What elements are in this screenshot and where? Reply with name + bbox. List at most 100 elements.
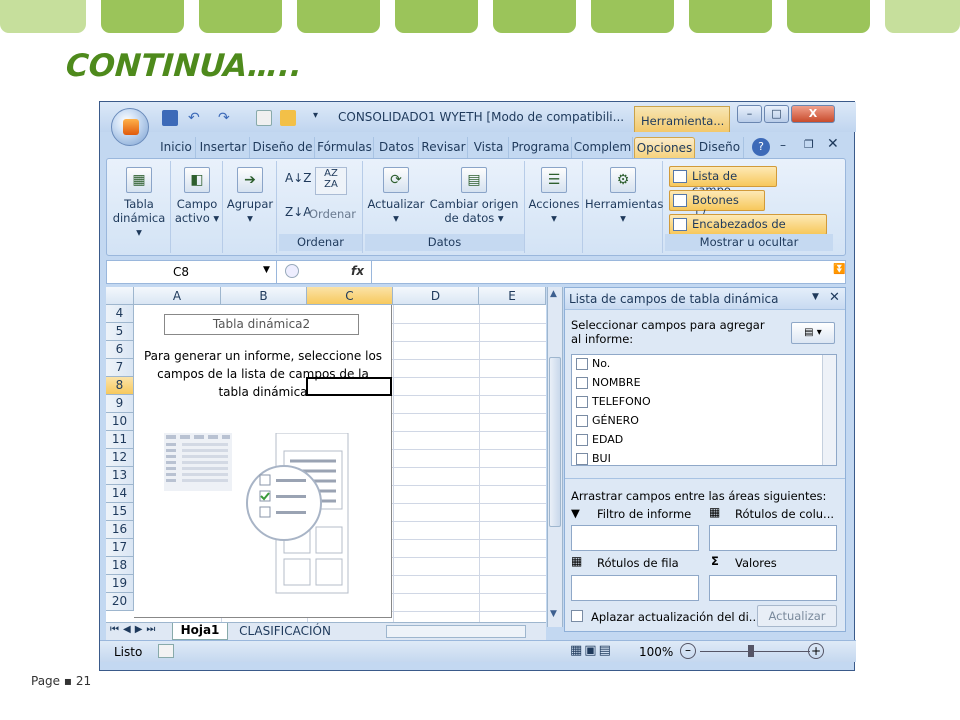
tab-complementos[interactable]: Complem <box>573 137 633 158</box>
field-item[interactable]: No. <box>576 355 610 374</box>
active-field-button[interactable]: ◧ Campo activo ▾ <box>173 167 221 225</box>
values-area[interactable] <box>709 575 837 601</box>
field-checkbox[interactable] <box>576 377 588 389</box>
row-header[interactable]: 10 <box>106 413 134 431</box>
sheet-nav-icons[interactable]: ⏮◀▶⏭ <box>110 624 159 635</box>
ribbon-restore-icon[interactable]: ❐ <box>804 138 814 151</box>
field-checkbox[interactable] <box>576 415 588 427</box>
field-list-toggle[interactable]: Lista de campo <box>669 166 777 197</box>
row-header[interactable]: 16 <box>106 521 134 539</box>
tab-diseno-pagina[interactable]: Diseño de <box>251 137 315 158</box>
customize-qat-icon[interactable]: ▾ <box>313 110 329 126</box>
field-checkbox[interactable] <box>576 396 588 408</box>
field-item[interactable]: TELEFONO <box>576 393 651 412</box>
insert-function-icon[interactable]: fx <box>351 264 364 278</box>
sort-button[interactable]: Ordenar <box>309 207 356 221</box>
row-header[interactable]: 20 <box>106 593 134 611</box>
row-header[interactable]: 17 <box>106 539 134 557</box>
tab-vista[interactable]: Vista <box>469 137 509 158</box>
actions-button[interactable]: ☰ Acciones ▾ <box>527 167 581 225</box>
row-header-selected[interactable]: 8 <box>106 377 134 395</box>
pivot-tools-tab[interactable]: Herramienta... <box>634 106 730 132</box>
change-source-button[interactable]: ▤ Cambiar origen de datos ▾ <box>427 167 521 225</box>
pane-splitter[interactable] <box>565 478 845 482</box>
column-header[interactable]: B <box>221 287 307 305</box>
field-item[interactable]: GÉNERO <box>576 412 639 431</box>
print-preview-icon[interactable] <box>256 110 272 126</box>
buttons-toggle[interactable]: Botones +/- <box>669 190 765 221</box>
select-all-corner[interactable] <box>106 287 134 305</box>
zoom-slider[interactable] <box>700 651 810 652</box>
tools-button[interactable]: ⚙ Herramientas ▾ <box>585 167 663 225</box>
row-header[interactable]: 13 <box>106 467 134 485</box>
update-button[interactable]: Actualizar <box>757 605 837 627</box>
row-header[interactable]: 6 <box>106 341 134 359</box>
field-listbox[interactable]: No. NOMBRE TELEFONO GÉNERO EDAD BUI <box>571 354 837 466</box>
row-header[interactable]: 18 <box>106 557 134 575</box>
sort-dialog-icon[interactable]: AZ ZA <box>315 167 347 195</box>
horizontal-scrollbar[interactable] <box>386 625 526 638</box>
row-header[interactable]: 4 <box>106 305 134 323</box>
row-header[interactable]: 7 <box>106 359 134 377</box>
tab-insertar[interactable]: Insertar <box>197 137 250 158</box>
tab-datos[interactable]: Datos <box>375 137 419 158</box>
row-header[interactable]: 11 <box>106 431 134 449</box>
name-box-dropdown-icon[interactable]: ▼ <box>263 265 270 275</box>
expand-formula-icon[interactable]: ⏬ <box>833 264 845 275</box>
listbox-scrollbar[interactable] <box>822 355 836 465</box>
report-filter-area[interactable] <box>571 525 699 551</box>
field-headers-toggle[interactable]: Encabezados de campo <box>669 214 827 245</box>
sort-az-icon[interactable]: A↓Z <box>285 171 311 185</box>
column-header[interactable]: D <box>393 287 479 305</box>
zoom-slider-thumb[interactable] <box>748 645 754 657</box>
column-header[interactable]: A <box>134 287 221 305</box>
scroll-down-icon[interactable]: ▼ <box>550 609 557 619</box>
sheet-tab-clasificacion[interactable]: CLASIFICACIÓN <box>230 624 340 640</box>
active-cell-c8[interactable] <box>306 377 392 396</box>
refresh-button[interactable]: ⟳ Actualizar ▾ <box>367 167 425 225</box>
name-box[interactable]: C8 ▼ <box>107 261 277 283</box>
worksheet-grid[interactable]: A B C D E 4 5 6 7 8 9 10 11 12 13 14 15 … <box>106 287 546 627</box>
tab-programador[interactable]: Programa <box>510 137 572 158</box>
help-icon[interactable]: ? <box>752 138 770 156</box>
minimize-button[interactable]: – <box>737 105 762 123</box>
sort-za-icon[interactable]: Z↓A <box>285 205 311 219</box>
row-labels-area[interactable] <box>571 575 699 601</box>
row-header[interactable]: 9 <box>106 395 134 413</box>
ribbon-minimize-icon[interactable]: – <box>780 138 786 152</box>
zoom-in-icon[interactable]: + <box>808 643 824 659</box>
tab-revisar[interactable]: Revisar <box>420 137 468 158</box>
vertical-scrollbar[interactable]: ▲ ▼ <box>547 287 563 627</box>
office-button[interactable] <box>111 108 149 146</box>
defer-update-checkbox[interactable] <box>571 610 583 622</box>
open-folder-icon[interactable] <box>280 110 296 126</box>
save-icon[interactable] <box>162 110 178 126</box>
tab-formulas[interactable]: Fórmulas <box>316 137 374 158</box>
layout-chooser-button[interactable]: ▤ ▾ <box>791 322 835 344</box>
zoom-out-icon[interactable]: – <box>680 643 696 659</box>
redo-icon[interactable]: ↷ <box>218 110 234 126</box>
view-buttons-icon[interactable]: ▦▣▤ <box>570 643 613 658</box>
formula-input[interactable] <box>371 261 831 283</box>
field-checkbox[interactable] <box>576 358 588 370</box>
pane-menu-icon[interactable]: ▼ <box>812 292 819 302</box>
field-item[interactable]: EDAD <box>576 431 623 450</box>
group-button[interactable]: ➔ Agrupar ▾ <box>225 167 275 225</box>
row-header[interactable]: 12 <box>106 449 134 467</box>
tab-diseno[interactable]: Diseño <box>696 137 744 158</box>
field-item[interactable]: NOMBRE <box>576 374 641 393</box>
pivot-placeholder[interactable]: Tabla dinámica2 Para generar un informe,… <box>134 305 392 618</box>
column-labels-area[interactable] <box>709 525 837 551</box>
row-header[interactable]: 14 <box>106 485 134 503</box>
scroll-thumb[interactable] <box>549 357 561 527</box>
undo-icon[interactable]: ↶ <box>188 110 204 126</box>
row-header[interactable]: 19 <box>106 575 134 593</box>
field-checkbox[interactable] <box>576 453 588 465</box>
column-header[interactable]: E <box>479 287 546 305</box>
row-header[interactable]: 5 <box>106 323 134 341</box>
workbook-close-icon[interactable]: ✕ <box>827 136 839 152</box>
sheet-tab-hoja1[interactable]: Hoja1 <box>172 623 228 640</box>
close-button[interactable]: X <box>791 105 835 123</box>
pane-close-icon[interactable]: ✕ <box>829 290 840 305</box>
row-header[interactable]: 15 <box>106 503 134 521</box>
